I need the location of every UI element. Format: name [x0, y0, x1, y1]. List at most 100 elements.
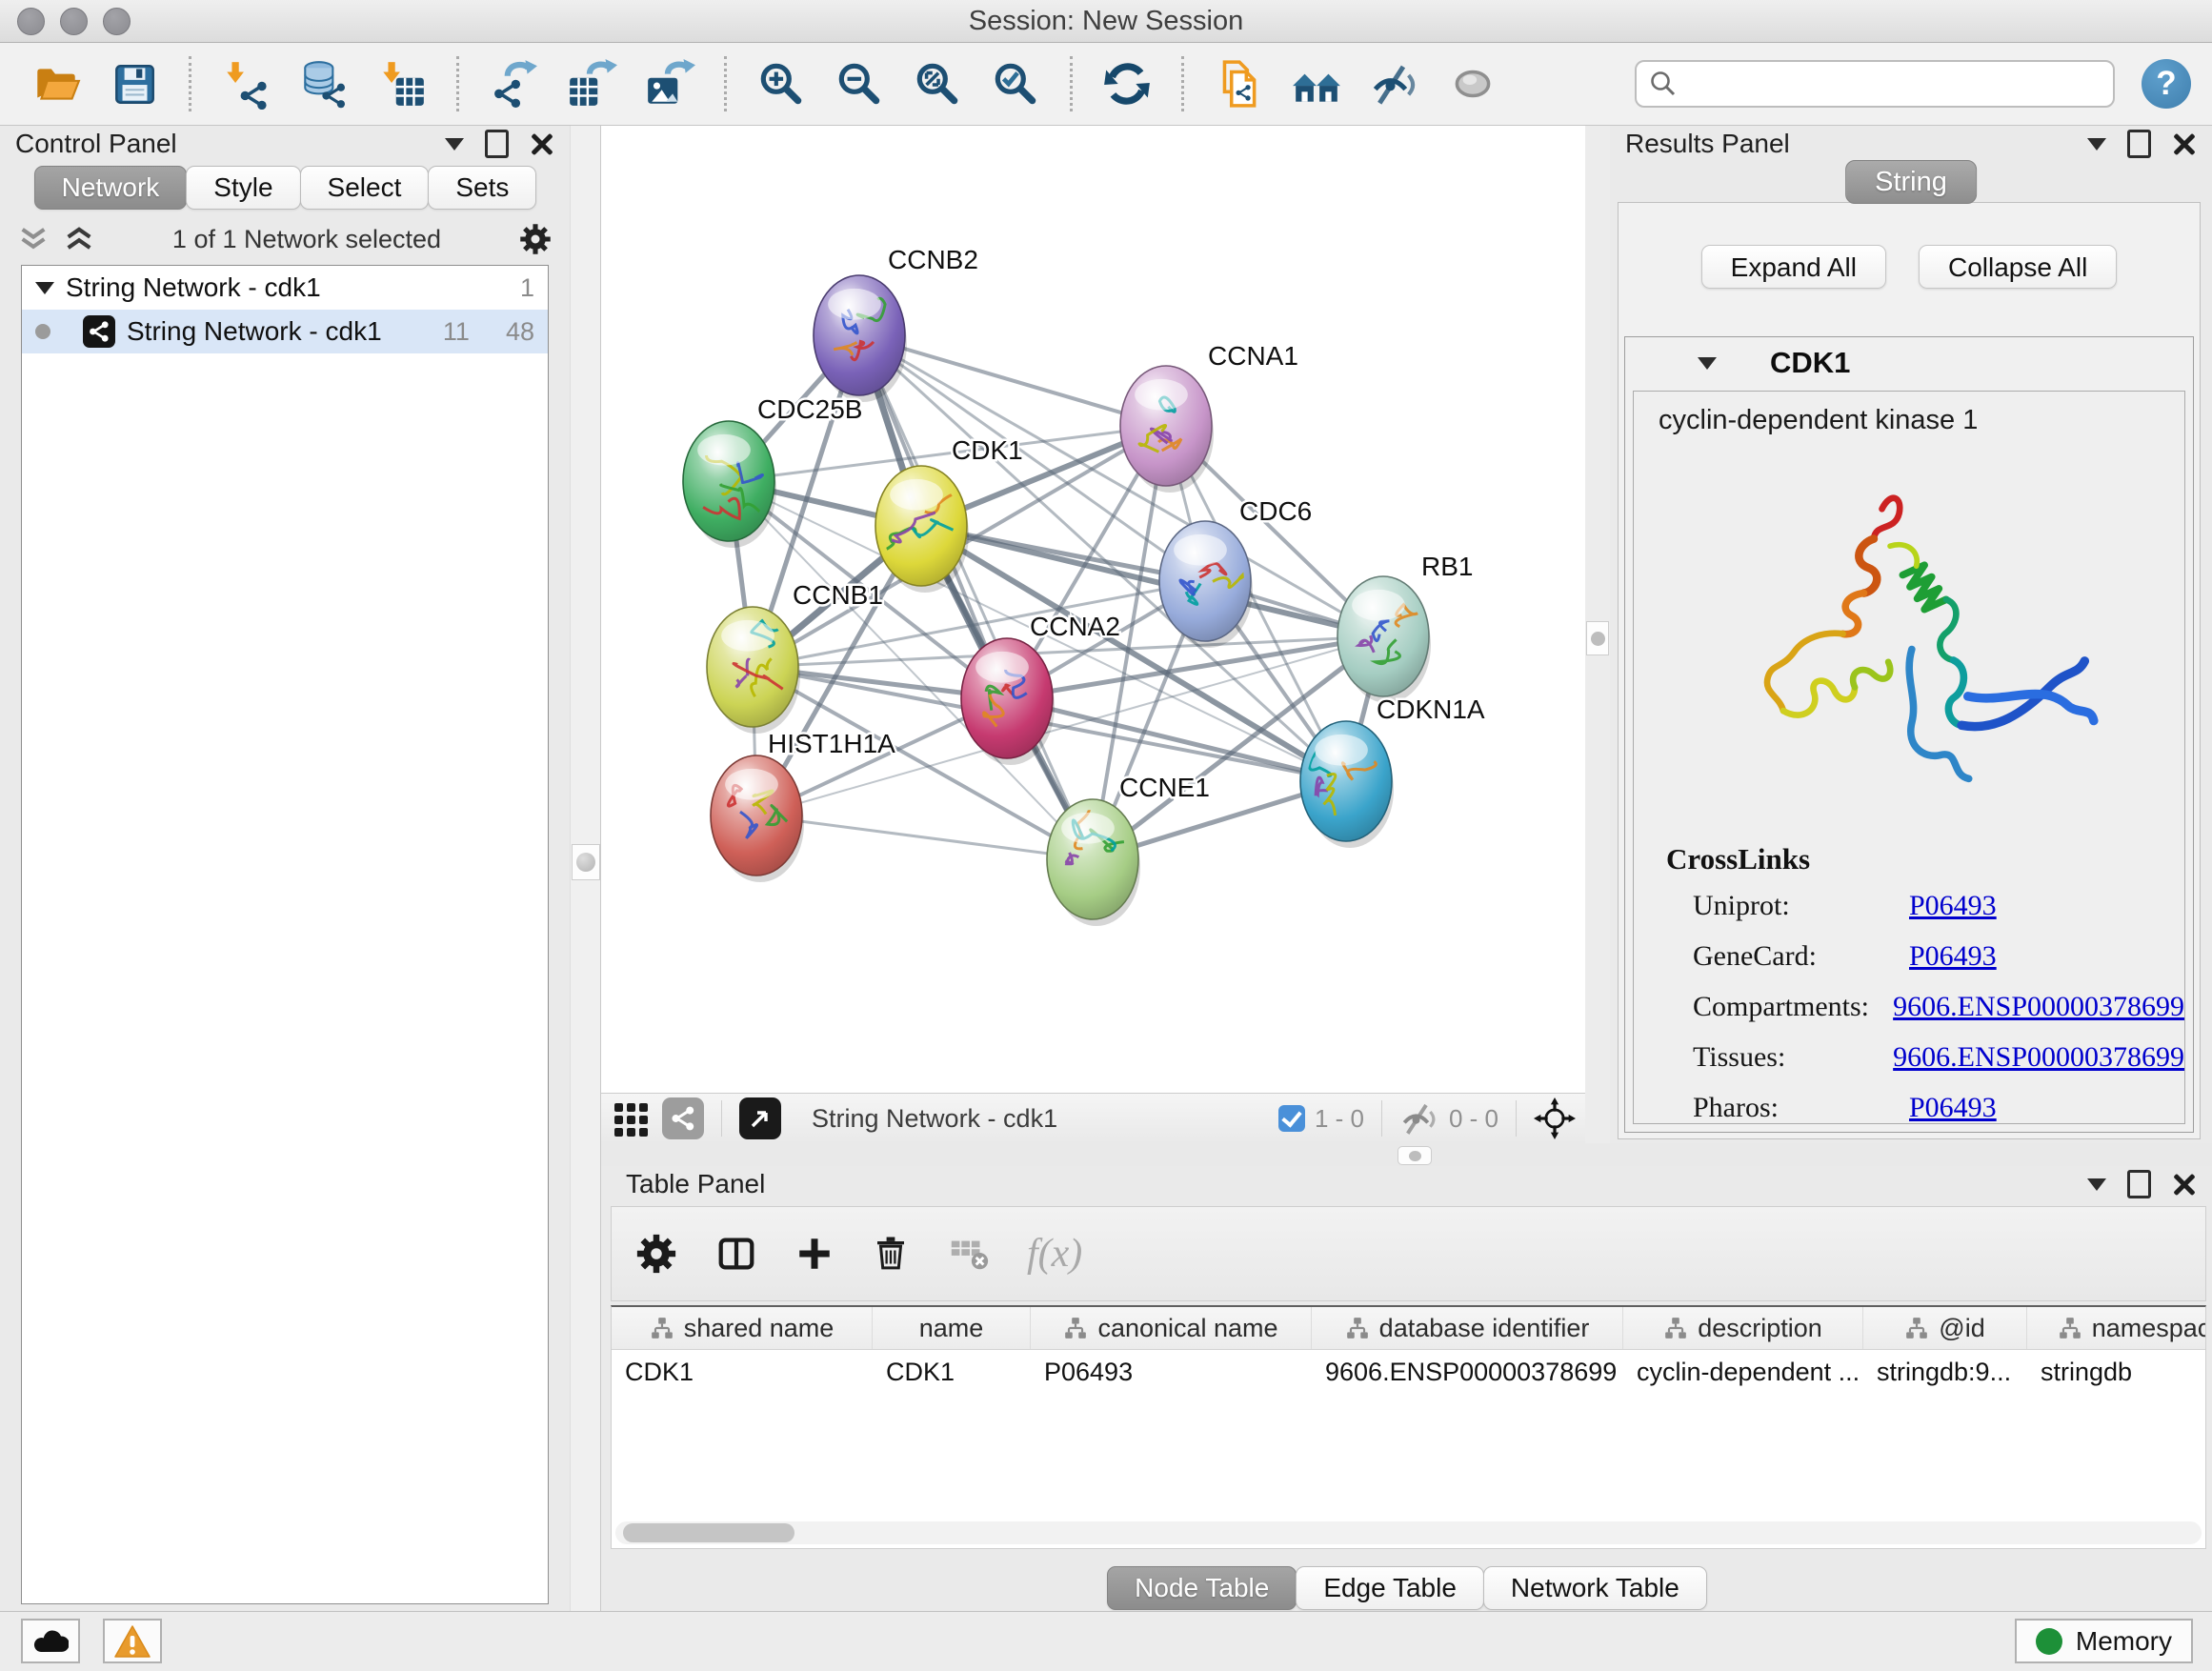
network-view-canvas[interactable]: CCNB2CCNA1CDC25BCDK1CDC6RB1CCNB1CCNA2CDK…	[601, 126, 1585, 1093]
memory-button[interactable]: Memory	[2015, 1619, 2193, 1663]
network-node-CCNB1[interactable]	[707, 607, 800, 734]
toolbar-separator	[1181, 56, 1184, 111]
detach-view-icon[interactable]	[739, 1097, 781, 1139]
tree-expand-icon[interactable]	[35, 282, 54, 294]
network-node-RB1[interactable]	[1337, 576, 1431, 703]
tab-network[interactable]: Network	[34, 166, 188, 210]
node-result-header[interactable]: CDK1	[1625, 337, 2193, 389]
crosshair-icon[interactable]	[1534, 1097, 1576, 1139]
tab-string[interactable]: String	[1845, 160, 1977, 204]
tab-select[interactable]: Select	[300, 166, 430, 210]
column-header-canonical-name[interactable]: canonical name	[1031, 1307, 1312, 1349]
table-row[interactable]: CDK1CDK1P064939606.ENSP00000378699cyclin…	[612, 1350, 2205, 1395]
zoom-in-icon[interactable]	[755, 58, 807, 110]
network-node-CCNE1[interactable]	[1047, 799, 1140, 926]
search-input[interactable]	[1688, 63, 2100, 103]
cloud-services-button[interactable]	[21, 1619, 80, 1663]
splitter-handle[interactable]	[572, 844, 600, 880]
crosslink-value-link[interactable]: 9606.ENSP00000378699	[1893, 1041, 2184, 1074]
crosslink-value-link[interactable]: 9606.ENSP00000378699	[1893, 991, 2184, 1023]
table-cell: CDK1	[612, 1358, 873, 1387]
collapse-panel-icon[interactable]	[2087, 138, 2106, 151]
network-graph[interactable]: CCNB2CCNA1CDC25BCDK1CDC6RB1CCNB1CCNA2CDK…	[601, 126, 1585, 1093]
column-header-database-identifier[interactable]: database identifier	[1312, 1307, 1623, 1349]
column-header-description[interactable]: description	[1623, 1307, 1863, 1349]
expand-all-icon[interactable]	[63, 225, 95, 253]
import-network-file-icon[interactable]	[220, 58, 271, 110]
zoom-out-icon[interactable]	[834, 58, 885, 110]
horizontal-splitter[interactable]	[601, 1143, 2212, 1166]
section-expand-icon[interactable]	[1698, 357, 1717, 370]
column-header--id[interactable]: @id	[1863, 1307, 2027, 1349]
collapse-all-icon[interactable]	[17, 225, 50, 253]
column-header-shared-name[interactable]: shared name	[612, 1307, 873, 1349]
network-overview-icon[interactable]	[662, 1097, 704, 1139]
open-session-icon[interactable]	[30, 58, 82, 110]
home-layout-icon[interactable]	[1291, 58, 1342, 110]
show-all-icon[interactable]	[1447, 58, 1498, 110]
show-columns-icon[interactable]	[714, 1232, 758, 1276]
expand-all-button[interactable]: Expand All	[1701, 245, 1886, 289]
vertical-splitter[interactable]	[570, 126, 601, 1612]
import-network-database-icon[interactable]	[298, 58, 350, 110]
splitter-handle[interactable]	[1398, 1146, 1432, 1165]
tab-style[interactable]: Style	[186, 166, 300, 210]
network-edge-CCNB2-CCNE1[interactable]	[859, 335, 1093, 859]
network-node-CDK1[interactable]	[875, 466, 969, 593]
table-panel-header: Table Panel	[601, 1166, 2212, 1202]
scrollbar-thumb[interactable]	[623, 1523, 794, 1542]
export-image-icon[interactable]	[644, 58, 695, 110]
close-panel-icon[interactable]	[530, 131, 554, 156]
refresh-icon[interactable]	[1101, 58, 1153, 110]
tab-network-table[interactable]: Network Table	[1483, 1566, 1707, 1610]
column-label: @id	[1939, 1314, 1984, 1343]
crosslink-value-link[interactable]: P06493	[1909, 1092, 1997, 1124]
network-options-gear-icon[interactable]	[518, 222, 553, 256]
hide-selected-icon[interactable]	[1369, 58, 1420, 110]
network-node-CCNA2[interactable]	[961, 638, 1055, 765]
float-panel-icon[interactable]	[2127, 130, 2151, 158]
network-node-CDC6[interactable]	[1159, 521, 1253, 648]
zoom-fit-icon[interactable]	[912, 58, 963, 110]
table-options-gear-icon[interactable]	[634, 1232, 678, 1276]
network-node-CCNA1[interactable]	[1120, 366, 1214, 493]
tab-edge-table[interactable]: Edge Table	[1296, 1566, 1484, 1610]
export-table-icon[interactable]	[566, 58, 617, 110]
network-node-CDC25B[interactable]	[683, 421, 776, 548]
right-splitter[interactable]	[1585, 126, 1610, 1143]
network-edge-CCNE1-HIST1H1A[interactable]	[756, 815, 1093, 859]
export-network-icon[interactable]	[488, 58, 539, 110]
network-node-HIST1H1A[interactable]	[711, 755, 804, 882]
help-button[interactable]: ?	[2142, 59, 2191, 109]
import-table-file-icon[interactable]	[376, 58, 428, 110]
column-header-name[interactable]: name	[873, 1307, 1031, 1349]
close-panel-icon[interactable]	[2172, 131, 2197, 156]
network-row[interactable]: String Network - cdk1 11 48	[22, 310, 548, 353]
crosslink-value-link[interactable]: P06493	[1909, 890, 1997, 922]
table-horizontal-scrollbar[interactable]	[615, 1521, 2202, 1544]
clone-network-icon[interactable]	[1213, 58, 1264, 110]
collapse-panel-icon[interactable]	[445, 138, 464, 151]
splitter-handle[interactable]	[1586, 621, 1609, 655]
hidden-eye-icon[interactable]	[1399, 1098, 1439, 1138]
close-panel-icon[interactable]	[2172, 1172, 2197, 1197]
collapse-panel-icon[interactable]	[2087, 1178, 2106, 1191]
delete-column-icon[interactable]	[871, 1234, 911, 1274]
save-session-icon[interactable]	[109, 58, 160, 110]
network-node-CCNB2[interactable]	[814, 275, 907, 402]
float-panel-icon[interactable]	[2127, 1170, 2151, 1198]
network-collection-row[interactable]: String Network - cdk1 1	[22, 266, 548, 310]
add-column-icon[interactable]	[794, 1234, 835, 1274]
column-header-namespace[interactable]: namespace	[2027, 1307, 2206, 1349]
selected-nodes-checkbox[interactable]	[1278, 1105, 1305, 1132]
warnings-button[interactable]	[103, 1619, 162, 1663]
crosslink-value-link[interactable]: P06493	[1909, 940, 1997, 973]
birdseye-view-icon[interactable]	[611, 1097, 653, 1139]
tab-sets[interactable]: Sets	[428, 166, 536, 210]
collapse-all-button[interactable]: Collapse All	[1919, 245, 2117, 289]
titlebar: Session: New Session	[0, 0, 2212, 43]
tab-node-table[interactable]: Node Table	[1107, 1566, 1297, 1610]
network-node-CDKN1A[interactable]	[1300, 721, 1394, 848]
float-panel-icon[interactable]	[485, 130, 509, 158]
zoom-selected-icon[interactable]	[990, 58, 1041, 110]
